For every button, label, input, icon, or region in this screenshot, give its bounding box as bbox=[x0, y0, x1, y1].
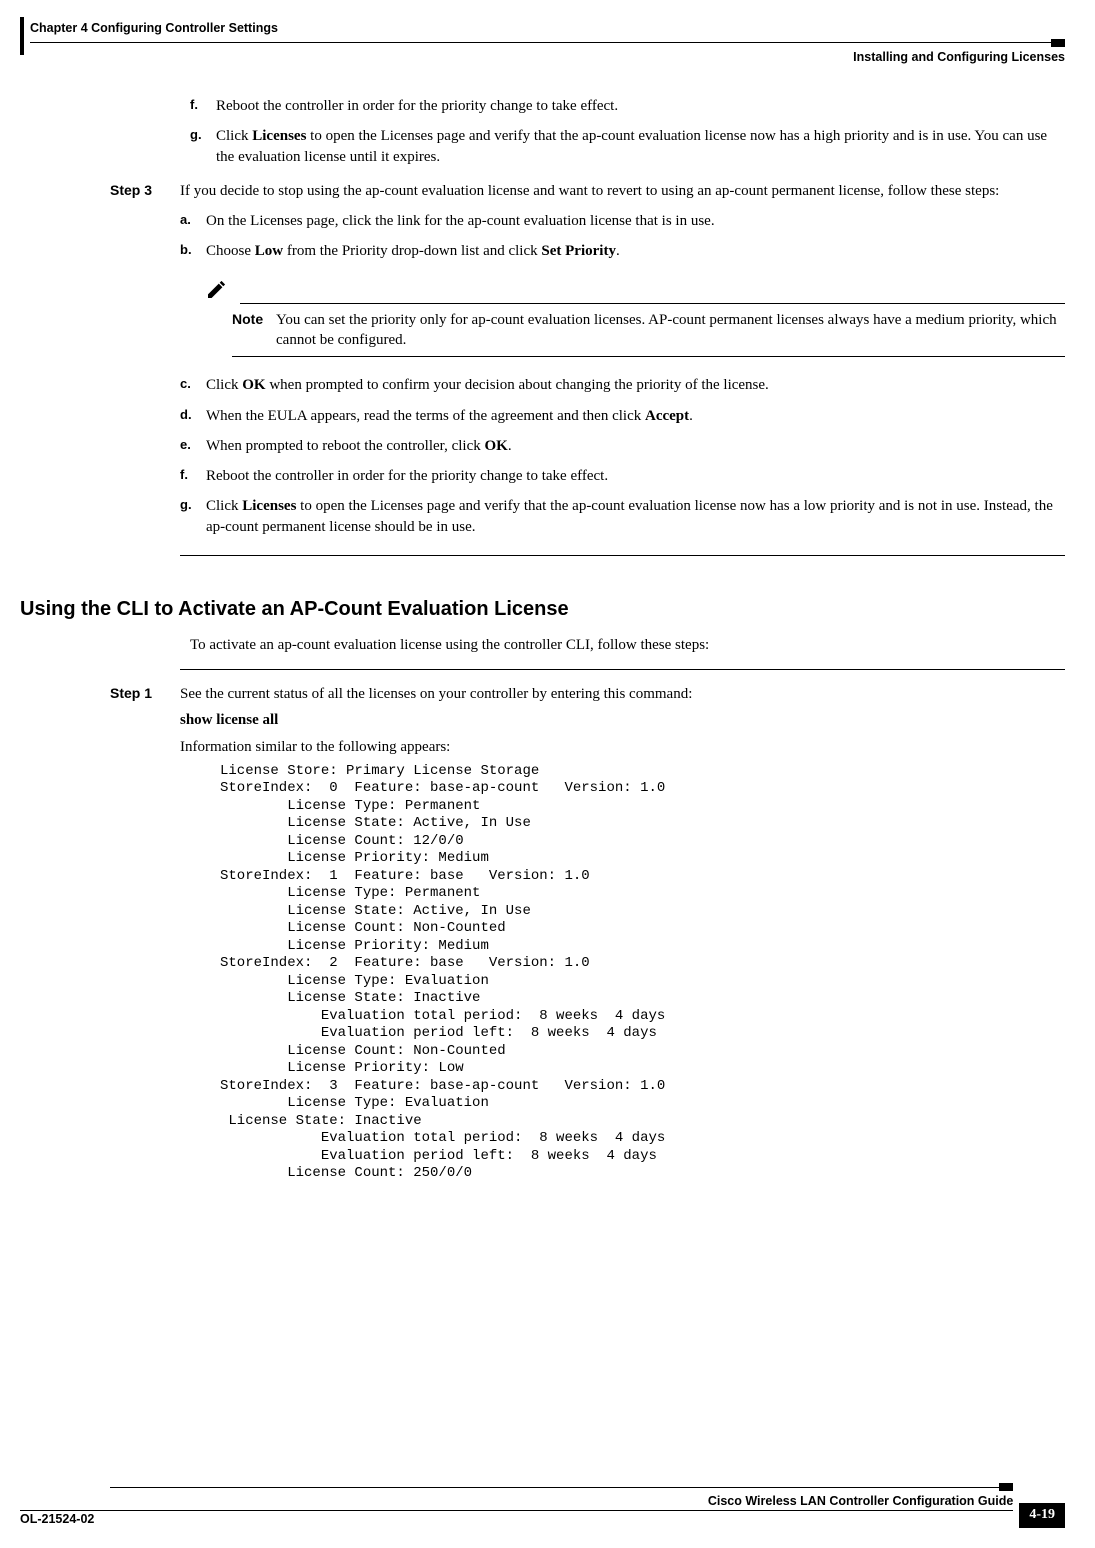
chapter-label: Chapter 4 Configuring Controller Setting… bbox=[30, 20, 1065, 37]
list-text: Click OK when prompted to confirm your d… bbox=[206, 377, 769, 393]
note-label: Note bbox=[232, 310, 276, 329]
cli-command: show license all bbox=[180, 710, 1065, 730]
cli-output: License Store: Primary License Storage S… bbox=[220, 763, 1065, 1183]
step-line: See the current status of all the licens… bbox=[180, 684, 1065, 704]
step-label: Step 3 bbox=[110, 181, 180, 556]
list-item: b. Choose Low from the Priority drop-dow… bbox=[180, 241, 1065, 361]
footer-marker-icon bbox=[999, 1483, 1013, 1491]
step-line: Information similar to the following app… bbox=[180, 737, 1065, 757]
header-section: Installing and Configuring Licenses bbox=[30, 49, 1065, 66]
list-item: a.On the Licenses page, click the link f… bbox=[180, 211, 1065, 231]
list-item: d. When the EULA appears, read the terms… bbox=[180, 406, 1065, 426]
note-pencil-icon bbox=[206, 280, 232, 304]
page-header: Chapter 4 Configuring Controller Setting… bbox=[20, 20, 1065, 56]
section-intro: To activate an ap-count evaluation licen… bbox=[190, 635, 1065, 655]
list-text: Click Licenses to open the Licenses page… bbox=[206, 498, 1053, 534]
note-block: Note You can set the priority only for a… bbox=[206, 276, 1065, 362]
list-text: Choose Low from the Priority drop-down l… bbox=[206, 243, 620, 259]
continuing-list: f.Reboot the controller in order for the… bbox=[110, 96, 1065, 167]
list-text: When the EULA appears, read the terms of… bbox=[206, 408, 693, 424]
list-item: f.Reboot the controller in order for the… bbox=[190, 96, 1065, 116]
footer-guide-title: Cisco Wireless LAN Controller Configurat… bbox=[20, 1493, 1013, 1510]
page-number: 4-19 bbox=[1019, 1503, 1065, 1528]
section-heading: Using the CLI to Activate an AP-Count Ev… bbox=[20, 596, 1065, 623]
list-item: e. When prompted to reboot the controlle… bbox=[180, 436, 1065, 456]
step-label: Step 1 bbox=[110, 684, 180, 1183]
list-text: Reboot the controller in order for the p… bbox=[216, 98, 618, 114]
step-3: Step 3 If you decide to stop using the a… bbox=[110, 181, 1065, 556]
list-item: f.Reboot the controller in order for the… bbox=[180, 466, 1065, 486]
list-text: Reboot the controller in order for the p… bbox=[206, 468, 608, 484]
list-text: On the Licenses page, click the link for… bbox=[206, 213, 715, 229]
list-item: g. Click Licenses to open the Licenses p… bbox=[190, 126, 1065, 167]
footer-docnum: OL-21524-02 bbox=[20, 1511, 94, 1528]
step-intro: If you decide to stop using the ap-count… bbox=[180, 181, 1065, 201]
page-footer: Cisco Wireless LAN Controller Configurat… bbox=[20, 1483, 1065, 1528]
main-content: f.Reboot the controller in order for the… bbox=[110, 96, 1065, 556]
step-1: Step 1 See the current status of all the… bbox=[110, 684, 1065, 1183]
header-marker-icon bbox=[1051, 39, 1065, 47]
list-item: g. Click Licenses to open the Licenses p… bbox=[180, 496, 1065, 537]
note-text: You can set the priority only for ap-cou… bbox=[276, 310, 1065, 351]
list-text: When prompted to reboot the controller, … bbox=[206, 438, 512, 454]
list-text: Click Licenses to open the Licenses page… bbox=[216, 128, 1047, 164]
list-item: c. Click OK when prompted to confirm you… bbox=[180, 375, 1065, 395]
